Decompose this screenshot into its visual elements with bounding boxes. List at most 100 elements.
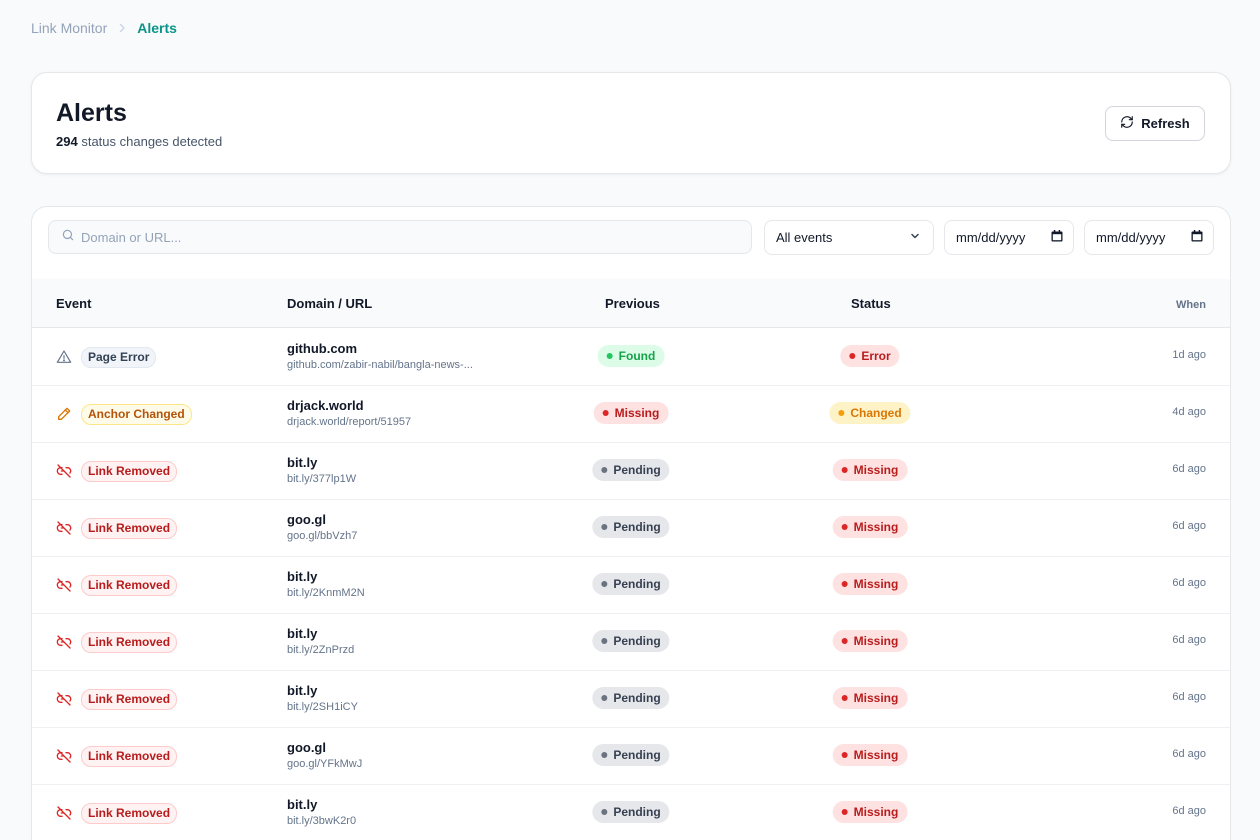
calendar-icon[interactable] (1051, 230, 1063, 245)
domain-url[interactable]: drjack.world/report/51957 (287, 415, 411, 429)
event-cell: Link Removed (56, 671, 178, 727)
table-row[interactable]: Link Removed goo.gl goo.gl/bbVzh7 Pending Mi… (32, 500, 1230, 557)
alert-count: 294 (56, 134, 78, 149)
event-cell: Link Removed (56, 557, 178, 613)
column-header-status: Status (851, 296, 891, 311)
previous-status-pill: Pending (592, 744, 670, 766)
when-cell: 6d ago (1172, 577, 1206, 589)
domain-cell: github.com github.com/zabir-nabil/bangla-… (287, 341, 473, 372)
domain-url[interactable]: bit.ly/2SH1iCY (287, 700, 358, 714)
previous-status-pill: Pending (592, 459, 670, 481)
domain-url[interactable]: bit.ly/3bwK2r0 (287, 814, 356, 828)
domain-url[interactable]: bit.ly/2ZnPrzd (287, 643, 354, 657)
event-badge: Link Removed (81, 802, 178, 824)
current-status-label: Missing (853, 805, 899, 819)
when-cell: 6d ago (1172, 805, 1206, 817)
when-cell: 4d ago (1172, 406, 1206, 418)
previous-status-label: Found (618, 349, 656, 363)
domain-url[interactable]: bit.ly/2KnmM2N (287, 586, 365, 600)
table-row[interactable]: Link Removed bit.ly bit.ly/2SH1iCY Pending M… (32, 671, 1230, 728)
previous-status-label: Pending (613, 634, 661, 648)
column-header-event: Event (56, 296, 92, 311)
date-from-input[interactable]: mm/dd/yyyy (944, 220, 1074, 255)
previous-status-label: Pending (613, 805, 661, 819)
subtitle-text: status changes detected (81, 134, 223, 149)
current-status-label: Missing (853, 748, 899, 762)
current-status-label: Changed (850, 406, 902, 420)
current-status-pill: Missing (832, 801, 908, 823)
domain-cell: bit.ly bit.ly/2ZnPrzd (287, 626, 354, 657)
status-dot (841, 467, 848, 473)
chevron-down-icon (909, 230, 921, 245)
column-header-previous: Previous (605, 296, 660, 311)
domain-url[interactable]: bit.ly/377lp1W (287, 472, 356, 486)
search-icon (61, 228, 75, 247)
event-badge: Link Removed (81, 631, 178, 653)
table-row[interactable]: Link Removed goo.gl goo.gl/YFkMwJ Pending Mi… (32, 728, 1230, 785)
event-cell: Link Removed (56, 785, 178, 840)
current-status-pill: Missing (832, 516, 908, 538)
date-to-input[interactable]: mm/dd/yyyy (1084, 220, 1214, 255)
table-row[interactable]: Link Removed bit.ly bit.ly/377lp1W Pending M… (32, 443, 1230, 500)
previous-status-pill: Pending (592, 687, 670, 709)
previous-status-label: Pending (613, 748, 661, 762)
current-status-label: Missing (853, 463, 899, 477)
current-status-pill: Error (840, 345, 900, 367)
search-input[interactable] (81, 229, 751, 245)
when-cell: 6d ago (1172, 691, 1206, 703)
unlink-icon (56, 691, 72, 707)
previous-status-pill: Missing (593, 402, 669, 424)
event-cell: Link Removed (56, 614, 178, 670)
status-dot (601, 809, 608, 815)
alerts-table-card: All events mm/dd/yyyy mm/dd/yyyy Event D… (31, 206, 1231, 840)
status-dot (601, 581, 608, 587)
refresh-label: Refresh (1141, 116, 1190, 131)
date-to-value: mm/dd/yyyy (1096, 230, 1166, 245)
current-status-pill: Missing (832, 459, 908, 481)
breadcrumb-current: Alerts (137, 20, 177, 36)
domain-cell: goo.gl goo.gl/YFkMwJ (287, 740, 362, 771)
previous-status-pill: Pending (592, 801, 670, 823)
previous-status-label: Pending (613, 463, 661, 477)
status-dot (606, 353, 613, 359)
calendar-icon[interactable] (1191, 230, 1203, 245)
unlink-icon (56, 577, 72, 593)
unlink-icon (56, 520, 72, 536)
status-dot (601, 524, 608, 530)
domain-url[interactable]: goo.gl/YFkMwJ (287, 757, 362, 771)
event-select-value: All events (776, 230, 833, 245)
breadcrumb: Link Monitor Alerts (31, 20, 177, 36)
domain-url[interactable]: github.com/zabir-nabil/bangla-news-... (287, 358, 473, 372)
table-row[interactable]: Page Error github.com github.com/zabir-nab… (32, 329, 1230, 386)
current-status-label: Missing (853, 691, 899, 705)
domain-cell: goo.gl goo.gl/bbVzh7 (287, 512, 357, 543)
table-row[interactable]: Link Removed bit.ly bit.ly/2KnmM2N Pending M… (32, 557, 1230, 614)
status-dot (849, 353, 856, 359)
table-row[interactable]: Link Removed bit.ly bit.ly/2ZnPrzd Pending M… (32, 614, 1230, 671)
domain-cell: drjack.world drjack.world/report/51957 (287, 398, 411, 429)
domain-url[interactable]: goo.gl/bbVzh7 (287, 529, 357, 543)
refresh-icon (1120, 115, 1134, 132)
event-cell: Page Error (56, 329, 157, 385)
breadcrumb-link-monitor[interactable]: Link Monitor (31, 20, 107, 36)
status-dot (601, 752, 608, 758)
domain-name: goo.gl (287, 512, 326, 527)
previous-status-label: Pending (613, 691, 661, 705)
date-from-value: mm/dd/yyyy (956, 230, 1026, 245)
previous-status-label: Missing (614, 406, 660, 420)
page-title: Alerts (56, 99, 127, 127)
refresh-button[interactable]: Refresh (1105, 106, 1205, 141)
chevron-right-icon (117, 21, 127, 36)
status-dot (602, 410, 609, 416)
status-dot (601, 638, 608, 644)
table-row[interactable]: Anchor Changed drjack.world drjack.world/r… (32, 386, 1230, 443)
current-status-label: Missing (853, 634, 899, 648)
search-box[interactable] (48, 220, 752, 254)
previous-status-pill: Pending (592, 573, 670, 595)
domain-name: bit.ly (287, 455, 318, 470)
pencil-icon (56, 406, 72, 422)
unlink-icon (56, 463, 72, 479)
table-row[interactable]: Link Removed bit.ly bit.ly/3bwK2r0 Pending M… (32, 785, 1230, 840)
table-header: Event Domain / URL Previous Status When (32, 279, 1230, 328)
event-type-select[interactable]: All events (764, 220, 934, 255)
